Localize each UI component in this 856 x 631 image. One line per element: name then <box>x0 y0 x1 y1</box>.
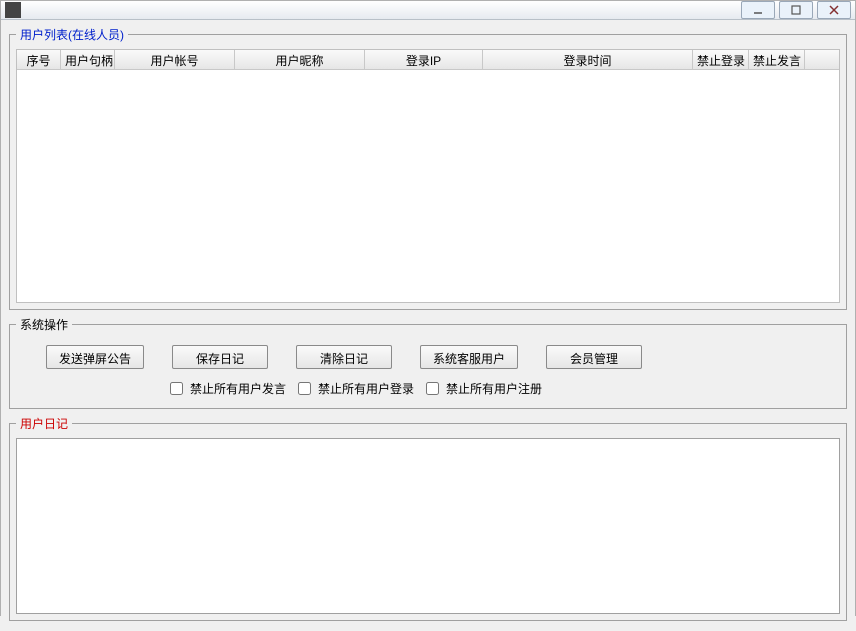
minimize-icon <box>753 5 763 15</box>
ops-button-row: 发送弹屏公告 保存日记 清除日记 系统客服用户 会员管理 <box>16 339 840 377</box>
app-icon <box>5 2 21 18</box>
announce-button[interactable]: 发送弹屏公告 <box>46 345 144 369</box>
table-header-row: 序号 用户句柄 用户帐号 用户昵称 登录IP 登录时间 禁止登录 禁止发言 <box>17 50 839 70</box>
nologin-all-label[interactable]: 禁止所有用户登录 <box>294 379 414 398</box>
ops-checks-row: 禁止所有用户发言 禁止所有用户登录 禁止所有用户注册 <box>16 377 840 402</box>
col-ban-login[interactable]: 禁止登录 <box>693 50 749 69</box>
system-ops-legend: 系统操作 <box>16 316 72 333</box>
col-login-ip[interactable]: 登录IP <box>365 50 483 69</box>
maximize-icon <box>791 5 801 15</box>
user-table[interactable]: 序号 用户句柄 用户帐号 用户昵称 登录IP 登录时间 禁止登录 禁止发言 <box>16 49 840 303</box>
close-icon <box>829 5 839 15</box>
table-body <box>17 70 839 302</box>
system-ops-group: 系统操作 发送弹屏公告 保存日记 清除日记 系统客服用户 会员管理 禁止所有用户… <box>9 316 847 409</box>
noreg-all-text: 禁止所有用户注册 <box>446 380 542 397</box>
save-diary-button[interactable]: 保存日记 <box>172 345 268 369</box>
diary-textarea[interactable] <box>16 438 840 614</box>
col-ban-speak[interactable]: 禁止发言 <box>749 50 805 69</box>
user-diary-group: 用户日记 <box>9 415 847 621</box>
mute-all-text: 禁止所有用户发言 <box>190 380 286 397</box>
titlebar <box>1 1 855 20</box>
minimize-button[interactable] <box>741 1 775 19</box>
user-list-group: 用户列表(在线人员) 序号 用户句柄 用户帐号 用户昵称 登录IP 登录时间 禁… <box>9 26 847 310</box>
nologin-all-text: 禁止所有用户登录 <box>318 380 414 397</box>
col-index[interactable]: 序号 <box>17 50 61 69</box>
col-handle[interactable]: 用户句柄 <box>61 50 115 69</box>
maximize-button[interactable] <box>779 1 813 19</box>
col-login-time[interactable]: 登录时间 <box>483 50 693 69</box>
window-controls <box>741 1 851 19</box>
mute-all-label[interactable]: 禁止所有用户发言 <box>166 379 286 398</box>
noreg-all-label[interactable]: 禁止所有用户注册 <box>422 379 542 398</box>
mute-all-checkbox[interactable] <box>170 382 183 395</box>
user-list-legend: 用户列表(在线人员) <box>16 26 128 43</box>
nologin-all-checkbox[interactable] <box>298 382 311 395</box>
app-window: 用户列表(在线人员) 序号 用户句柄 用户帐号 用户昵称 登录IP 登录时间 禁… <box>0 0 856 616</box>
col-tail <box>805 50 839 69</box>
client-area: 用户列表(在线人员) 序号 用户句柄 用户帐号 用户昵称 登录IP 登录时间 禁… <box>1 20 855 631</box>
col-nickname[interactable]: 用户昵称 <box>235 50 365 69</box>
col-account[interactable]: 用户帐号 <box>115 50 235 69</box>
close-button[interactable] <box>817 1 851 19</box>
member-mgmt-button[interactable]: 会员管理 <box>546 345 642 369</box>
kf-user-button[interactable]: 系统客服用户 <box>420 345 518 369</box>
noreg-all-checkbox[interactable] <box>426 382 439 395</box>
clear-diary-button[interactable]: 清除日记 <box>296 345 392 369</box>
user-diary-legend: 用户日记 <box>16 415 72 432</box>
